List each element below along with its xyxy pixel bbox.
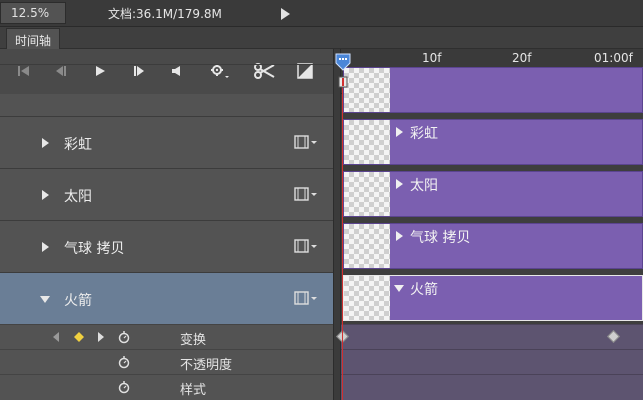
layer-name: 气球 拷贝 [64, 241, 125, 257]
clip-name: 火箭 [410, 282, 438, 298]
film-strip-menu-icon[interactable] [294, 187, 318, 201]
collapse-triangle-icon[interactable] [40, 296, 50, 303]
expand-triangle-icon[interactable] [42, 138, 49, 148]
expand-triangle-icon[interactable] [42, 190, 49, 200]
clip-expand-icon[interactable] [396, 127, 403, 137]
property-name: 变换 [180, 333, 207, 348]
keyframe-navigator [53, 332, 104, 342]
clip-track-rocket: 火箭 [341, 272, 643, 324]
layer-name: 火箭 [64, 293, 92, 309]
stopwatch-icon[interactable] [117, 380, 131, 394]
property-row-style[interactable]: 样式 [0, 374, 333, 399]
next-keyframe-icon [98, 332, 104, 342]
layer-row-rainbow[interactable]: 彩虹 [0, 116, 333, 168]
clip-collapse-icon[interactable] [394, 285, 404, 292]
layer-clip-selected[interactable]: 火箭 [343, 275, 643, 321]
layer-name: 太阳 [64, 189, 92, 205]
document-size-info: 文档:36.1M/179.8M [108, 7, 222, 21]
film-strip-menu-icon[interactable] [294, 135, 318, 149]
clip-thumbnail [344, 224, 390, 268]
clip-track-partial [341, 64, 643, 116]
clip-thumbnail [344, 276, 390, 320]
layer-row-partial [0, 64, 333, 116]
tab-timeline[interactable]: 时间轴 [6, 28, 61, 49]
layer-row-sun[interactable]: 太阳 [0, 168, 333, 220]
previous-keyframe-icon [53, 332, 59, 342]
panel-tab-strip: 时间轴 [0, 27, 643, 49]
playhead-line[interactable] [342, 83, 343, 400]
zoom-level-field[interactable]: 12.5% [0, 2, 66, 24]
expand-triangle-icon[interactable] [42, 242, 49, 252]
clip-expand-icon[interactable] [396, 179, 403, 189]
panel-splitter[interactable] [333, 49, 341, 400]
property-track-style[interactable] [341, 374, 643, 400]
add-keyframe-diamond-icon [74, 332, 84, 342]
clip-name: 气球 拷贝 [410, 230, 471, 246]
ruler-label-1s: 01:00f [594, 51, 633, 65]
layers-panel: 彩虹 太阳 气球 拷贝 火箭 变换 不透明度 样式 [0, 64, 333, 400]
property-name: 样式 [180, 383, 207, 398]
layer-row-rocket[interactable]: 火箭 [0, 272, 333, 324]
clip-track-sun: 太阳 [341, 168, 643, 220]
clip-expand-icon[interactable] [396, 231, 403, 241]
status-menu-arrow-icon[interactable] [281, 8, 290, 20]
clip-thumbnail [344, 172, 390, 216]
clip-track-balloon-copy: 气球 拷贝 [341, 220, 643, 272]
stopwatch-icon[interactable] [117, 330, 131, 344]
status-bar: 12.5% 文档:36.1M/179.8M [0, 0, 643, 27]
film-strip-menu-icon[interactable] [294, 291, 318, 305]
layer-clip[interactable] [343, 67, 643, 113]
property-row-transform[interactable]: 变换 [0, 324, 333, 349]
clip-thumbnail [344, 120, 390, 164]
layer-clip[interactable]: 彩虹 [343, 119, 643, 165]
stopwatch-icon[interactable] [117, 355, 131, 369]
clip-name: 太阳 [410, 178, 438, 194]
keyframe-diamond[interactable] [607, 330, 620, 343]
property-track-opacity[interactable] [341, 349, 643, 374]
film-strip-menu-icon[interactable] [294, 239, 318, 253]
layer-row-balloon-copy[interactable]: 气球 拷贝 [0, 220, 333, 272]
ruler-label-10f: 10f [422, 51, 442, 65]
playhead-handle-icon[interactable] [335, 53, 351, 89]
layer-clip[interactable]: 气球 拷贝 [343, 223, 643, 269]
layer-name: 彩虹 [64, 137, 92, 153]
layer-clip[interactable]: 太阳 [343, 171, 643, 217]
clip-name: 彩虹 [410, 126, 438, 142]
ruler-label-20f: 20f [512, 51, 532, 65]
property-track-transform[interactable] [336, 324, 643, 349]
property-name: 不透明度 [180, 358, 233, 373]
property-row-opacity[interactable]: 不透明度 [0, 349, 333, 374]
clip-track-rainbow: 彩虹 [341, 116, 643, 168]
timeline-area[interactable]: 10f 20f 01:00f 彩虹 太阳 气球 拷贝 火箭 [335, 49, 643, 400]
